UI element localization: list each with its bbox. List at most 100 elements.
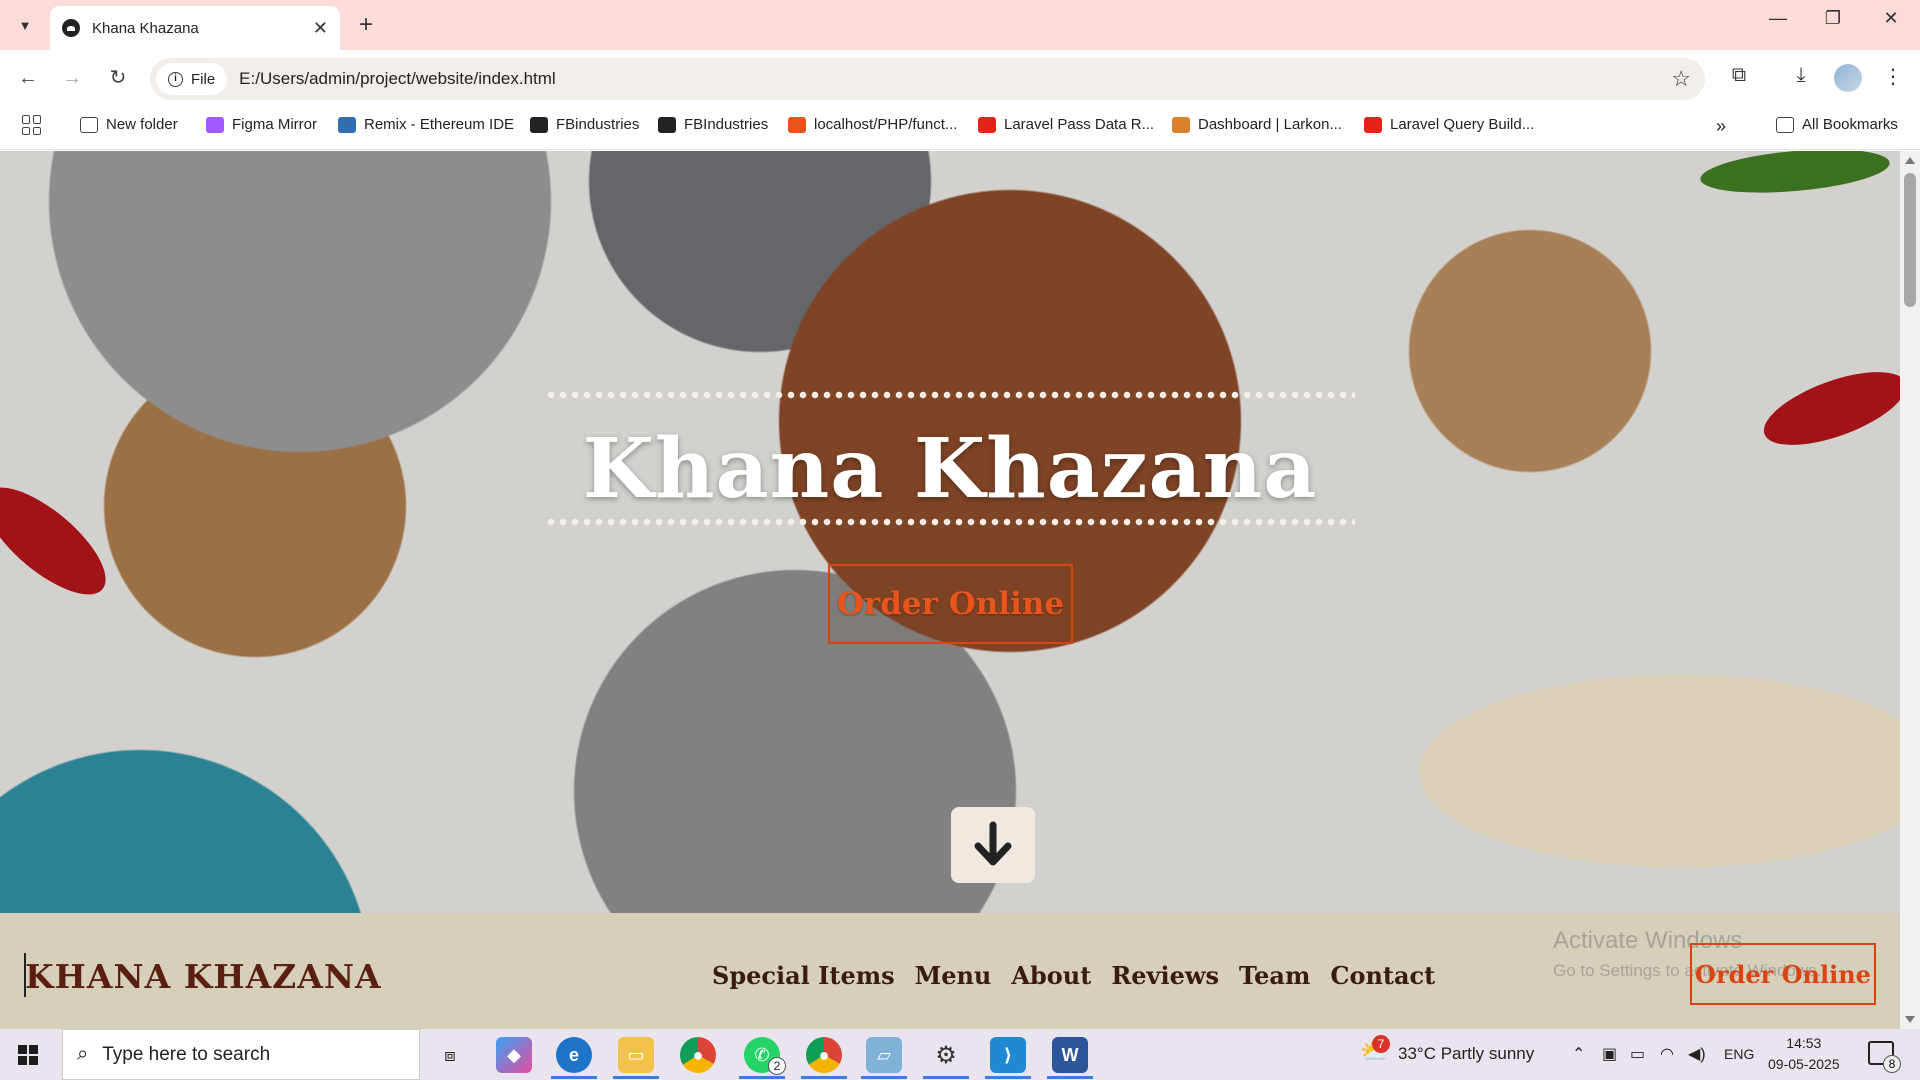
new-tab-button[interactable]: + [352, 11, 380, 39]
tab-favicon-icon [62, 19, 80, 37]
bookmark-favicon-icon [1364, 116, 1382, 133]
download-icon[interactable]: ⤓ [1786, 64, 1816, 87]
vscode-icon[interactable]: ⟩ [990, 1037, 1026, 1073]
reload-icon[interactable]: ↻ [104, 64, 132, 92]
address-bar[interactable]: i File E:/Users/admin/project/website/in… [150, 58, 1705, 100]
notes-app-icon[interactable]: ▱ [866, 1037, 902, 1073]
battery-icon[interactable]: ▭ [1630, 1044, 1645, 1064]
active-tab[interactable]: Khana Khazana ✕ [50, 6, 340, 50]
bookmark-favicon-icon [530, 116, 548, 133]
bookmark-label: New folder [106, 116, 178, 133]
info-icon: i [168, 71, 183, 87]
bookmark-favicon-icon [658, 116, 676, 133]
whatsapp-badge: 2 [768, 1057, 786, 1075]
url-scheme-label: File [191, 70, 216, 88]
nav-link-reviews[interactable]: Reviews [1111, 961, 1219, 990]
bookmark-item[interactable]: FBindustries [530, 116, 639, 133]
extensions-icon[interactable]: ⧉ [1724, 64, 1754, 87]
bookmark-star-icon[interactable]: ☆ [1671, 66, 1691, 92]
scroll-down-button[interactable] [951, 807, 1035, 883]
page-scrollbar[interactable] [1900, 151, 1920, 1029]
bookmark-label: Remix - Ethereum IDE [364, 116, 515, 133]
taskbar-clock[interactable]: 14:53 09-05-2025 [1768, 1033, 1840, 1075]
scroll-up-arrow-icon[interactable] [1905, 157, 1915, 164]
search-icon: ⌕ [77, 1043, 89, 1065]
hero-section: Khana Khazana Order Online [0, 151, 1900, 913]
menu-kebab-icon[interactable]: ⋮ [1878, 64, 1908, 89]
word-icon[interactable]: W [1052, 1037, 1088, 1073]
bookmark-label: FBindustries [556, 116, 640, 133]
nav-link-about[interactable]: About [1011, 961, 1091, 990]
bookmark-label: Dashboard | Larkon... [1198, 116, 1342, 133]
tray-chevron-icon[interactable]: ⌃ [1572, 1044, 1585, 1064]
bookmark-label: Laravel Query Build... [1390, 116, 1535, 133]
bookmark-favicon-icon [1172, 116, 1190, 133]
bookmark-favicon-icon [788, 116, 806, 133]
site-info-chip[interactable]: i File [156, 63, 228, 95]
copilot-icon[interactable]: ◆ [496, 1037, 532, 1073]
nav-link-special-items[interactable]: Special Items [712, 961, 895, 990]
bookmark-item[interactable]: Dashboard | Larkon... [1172, 116, 1342, 133]
task-view-icon[interactable]: ⧈ [432, 1037, 468, 1073]
bookmark-favicon-icon [80, 116, 98, 133]
bookmark-item[interactable]: Laravel Query Build... [1364, 116, 1534, 133]
settings-gear-icon[interactable]: ⚙ [928, 1037, 964, 1073]
profile-avatar[interactable] [1834, 64, 1862, 92]
browser-toolbar: ← → ↻ i File E:/Users/admin/project/webs… [0, 50, 1920, 106]
bookmarks-overflow-icon[interactable]: » [1716, 116, 1726, 137]
clock-time: 14:53 [1786, 1035, 1822, 1051]
nav-link-team[interactable]: Team [1239, 961, 1310, 990]
notification-count: 8 [1883, 1055, 1901, 1073]
weather-badge: 7 [1372, 1035, 1390, 1053]
tab-strip: ▼ Khana Khazana ✕ + — ❐ ✕ [0, 0, 1920, 50]
nav-link-menu[interactable]: Menu [915, 961, 992, 990]
notification-center-icon[interactable]: 8 [1868, 1041, 1901, 1073]
tray-device-icon[interactable]: ▣ [1602, 1044, 1617, 1064]
edge-icon[interactable]: e [556, 1037, 592, 1073]
bookmark-item[interactable]: Figma Mirror [206, 116, 317, 133]
hero-order-online-button[interactable]: Order Online [828, 564, 1073, 644]
volume-icon[interactable]: ◀) [1688, 1044, 1706, 1064]
wifi-icon[interactable]: ◠ [1660, 1044, 1674, 1064]
scrollbar-thumb[interactable] [1904, 173, 1916, 307]
forward-icon[interactable]: → [58, 64, 86, 92]
nav-order-online-button[interactable]: Order Online [1690, 943, 1876, 1005]
nav-link-contact[interactable]: Contact [1330, 961, 1435, 990]
all-bookmarks-label: All Bookmarks [1802, 116, 1898, 133]
bookmark-label: Figma Mirror [232, 116, 317, 133]
nav-links: Special Items Menu About Reviews Team Co… [712, 961, 1435, 990]
scroll-down-arrow-icon[interactable] [1905, 1016, 1915, 1023]
windows-taskbar: ⌕ Type here to search ⧈ ◆ e ▭ ● ✆ 2 ● ▱ … [0, 1029, 1920, 1080]
bookmarks-bar: New folder Figma Mirror Remix - Ethereum I… [0, 106, 1920, 150]
hero-dotted-divider-bottom [545, 518, 1355, 526]
chrome-active-icon[interactable]: ● [806, 1037, 842, 1073]
chrome-icon[interactable]: ● [680, 1037, 716, 1073]
tab-title: Khana Khazana [92, 19, 199, 37]
tab-search-chevron-icon[interactable]: ▼ [12, 12, 38, 38]
bookmark-item[interactable]: FBIndustries [658, 116, 768, 133]
weather-text[interactable]: 33°C Partly sunny [1398, 1044, 1534, 1064]
bookmark-item[interactable]: localhost/PHP/funct... [788, 116, 957, 133]
windows-start-icon[interactable] [18, 1045, 38, 1065]
bookmark-item[interactable]: Laravel Pass Data R... [978, 116, 1154, 133]
file-explorer-icon[interactable]: ▭ [618, 1037, 654, 1073]
bookmark-favicon-icon [206, 116, 224, 133]
bookmark-label: Laravel Pass Data R... [1004, 116, 1155, 133]
window-close-icon[interactable]: ✕ [1868, 8, 1914, 29]
bookmark-item[interactable]: Remix - Ethereum IDE [338, 116, 514, 133]
restore-icon[interactable]: ❐ [1810, 8, 1856, 29]
taskbar-search-placeholder: Type here to search [102, 1043, 271, 1065]
bookmark-favicon-icon [978, 116, 996, 133]
language-indicator[interactable]: ENG [1724, 1046, 1754, 1062]
bookmark-label: localhost/PHP/funct... [814, 116, 958, 133]
hero-dotted-divider-top [545, 391, 1355, 399]
minimize-icon[interactable]: — [1755, 8, 1801, 29]
tab-close-icon[interactable]: ✕ [313, 18, 328, 39]
bookmark-item[interactable]: New folder [80, 116, 178, 133]
site-brand-logo[interactable]: KHANA KHAZANA [25, 957, 382, 996]
apps-grid-icon[interactable] [22, 115, 42, 135]
all-bookmarks-button[interactable]: All Bookmarks [1776, 116, 1898, 133]
url-text[interactable]: E:/Users/admin/project/website/index.htm… [239, 69, 556, 89]
back-icon[interactable]: ← [14, 64, 42, 92]
taskbar-search-box[interactable]: ⌕ Type here to search [62, 1029, 420, 1080]
